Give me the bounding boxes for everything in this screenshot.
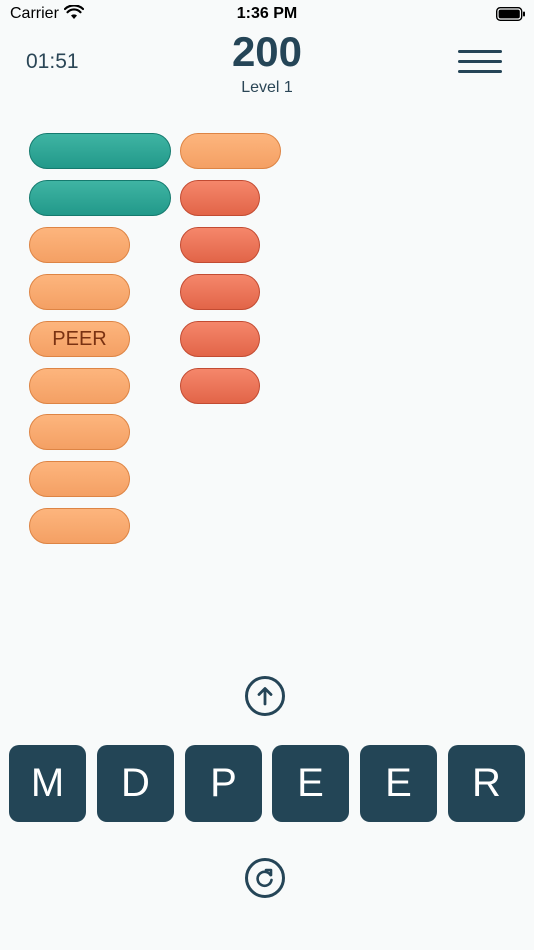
word-slot-empty — [29, 414, 130, 450]
arrow-up-circle-icon — [257, 687, 273, 706]
word-slot-empty — [29, 461, 130, 497]
word-slot-empty — [180, 133, 281, 169]
letter-tile[interactable]: D — [97, 745, 174, 822]
word-slot-bonus — [180, 368, 260, 404]
letter-tile[interactable]: R — [448, 745, 525, 822]
shuffle-button[interactable] — [245, 858, 285, 898]
hamburger-menu-icon — [458, 50, 502, 53]
letter-tile[interactable]: M — [9, 745, 86, 822]
word-slot-empty — [29, 274, 130, 310]
word-slot-found — [29, 180, 171, 216]
letter-tile[interactable]: P — [185, 745, 262, 822]
menu-button[interactable] — [458, 50, 502, 74]
level-label: Level 1 — [241, 79, 293, 96]
status-clock: 1:36 PM — [236, 5, 298, 22]
word-slot-bonus — [180, 321, 260, 357]
word-slot-empty — [29, 227, 130, 263]
word-slot-empty — [29, 368, 130, 404]
word-slot-bonus — [180, 227, 260, 263]
letter-tile[interactable]: E — [272, 745, 349, 822]
score-display: 200 — [231, 28, 303, 75]
submit-word-button[interactable] — [245, 676, 285, 716]
battery-icon — [495, 6, 526, 26]
word-slot-empty — [29, 508, 130, 544]
word-slot-bonus — [180, 274, 260, 310]
word-slot-hint: PEER — [29, 321, 130, 357]
word-slot-found — [29, 133, 171, 169]
status-bar: Carrier 1:36 PM — [0, 0, 534, 28]
letter-tile[interactable]: E — [360, 745, 437, 822]
word-slot-bonus — [180, 180, 260, 216]
refresh-circle-icon — [256, 868, 273, 888]
